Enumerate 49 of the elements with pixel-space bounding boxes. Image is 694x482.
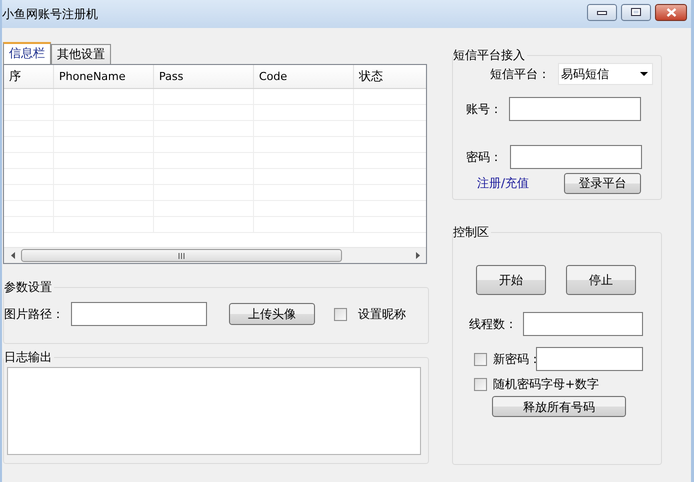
checkbox-label: 随机密码字母+数字 xyxy=(493,377,600,392)
release-numbers-button[interactable]: 释放所有号码 xyxy=(492,396,626,418)
maximize-button[interactable] xyxy=(621,4,651,20)
group-title: 控制区 xyxy=(453,225,490,239)
account-field[interactable] xyxy=(509,97,641,121)
column-header[interactable]: 序 xyxy=(4,65,54,88)
close-button[interactable] xyxy=(655,4,687,20)
register-recharge-link[interactable]: 注册/充值 xyxy=(477,176,564,191)
dropdown-value: 易码短信 xyxy=(561,66,610,82)
close-icon xyxy=(666,8,676,16)
group-title: 日志输出 xyxy=(4,350,53,364)
window-title: 小鱼网账号注册机 xyxy=(2,6,99,22)
log-output-field[interactable] xyxy=(7,367,421,455)
group-title: 参数设置 xyxy=(4,280,53,294)
scroll-right-icon[interactable] xyxy=(416,252,420,259)
scroll-thumb[interactable] xyxy=(21,249,342,262)
maximize-icon xyxy=(631,8,641,16)
start-button[interactable]: 开始 xyxy=(476,265,546,295)
scroll-left-icon[interactable] xyxy=(10,252,14,259)
stop-button[interactable]: 停止 xyxy=(566,265,636,295)
login-platform-button[interactable]: 登录平台 xyxy=(564,173,641,194)
checkbox-label: 新密码： xyxy=(493,352,536,366)
password-field[interactable] xyxy=(510,145,642,169)
tab[interactable]: 信息栏 xyxy=(3,42,51,64)
upload-avatar-button[interactable]: 上传头像 xyxy=(229,303,315,325)
minimize-button[interactable] xyxy=(587,4,617,20)
column-header[interactable]: PhoneName xyxy=(54,65,154,88)
column-header[interactable]: 状态 xyxy=(354,65,426,88)
platform-dropdown[interactable]: 易码短信 xyxy=(558,63,653,85)
checkbox[interactable] xyxy=(334,308,347,320)
column-header[interactable]: Pass xyxy=(154,65,254,88)
tab[interactable]: 其他设置 xyxy=(51,44,111,64)
field-label: 账号： xyxy=(466,102,503,116)
field-label: 线程数： xyxy=(469,316,518,332)
image-path-field[interactable] xyxy=(71,302,207,326)
checkbox[interactable] xyxy=(474,378,487,391)
column-header[interactable]: Code xyxy=(254,65,354,88)
horizontal-scrollbar[interactable] xyxy=(4,247,426,263)
grip-icon xyxy=(178,252,185,258)
new-password-field[interactable] xyxy=(536,347,643,371)
minimize-icon xyxy=(597,9,607,15)
field-label: 密码： xyxy=(466,150,503,164)
checkbox-label: 设置昵称 xyxy=(358,306,406,322)
field-label: 短信平台： xyxy=(490,66,551,82)
field-label: 图片路径： xyxy=(4,306,65,322)
thread-count-field[interactable] xyxy=(523,312,643,336)
checkbox[interactable] xyxy=(474,352,487,366)
caret-icon[interactable] xyxy=(640,72,648,76)
group-title: 短信平台接入 xyxy=(453,48,526,62)
